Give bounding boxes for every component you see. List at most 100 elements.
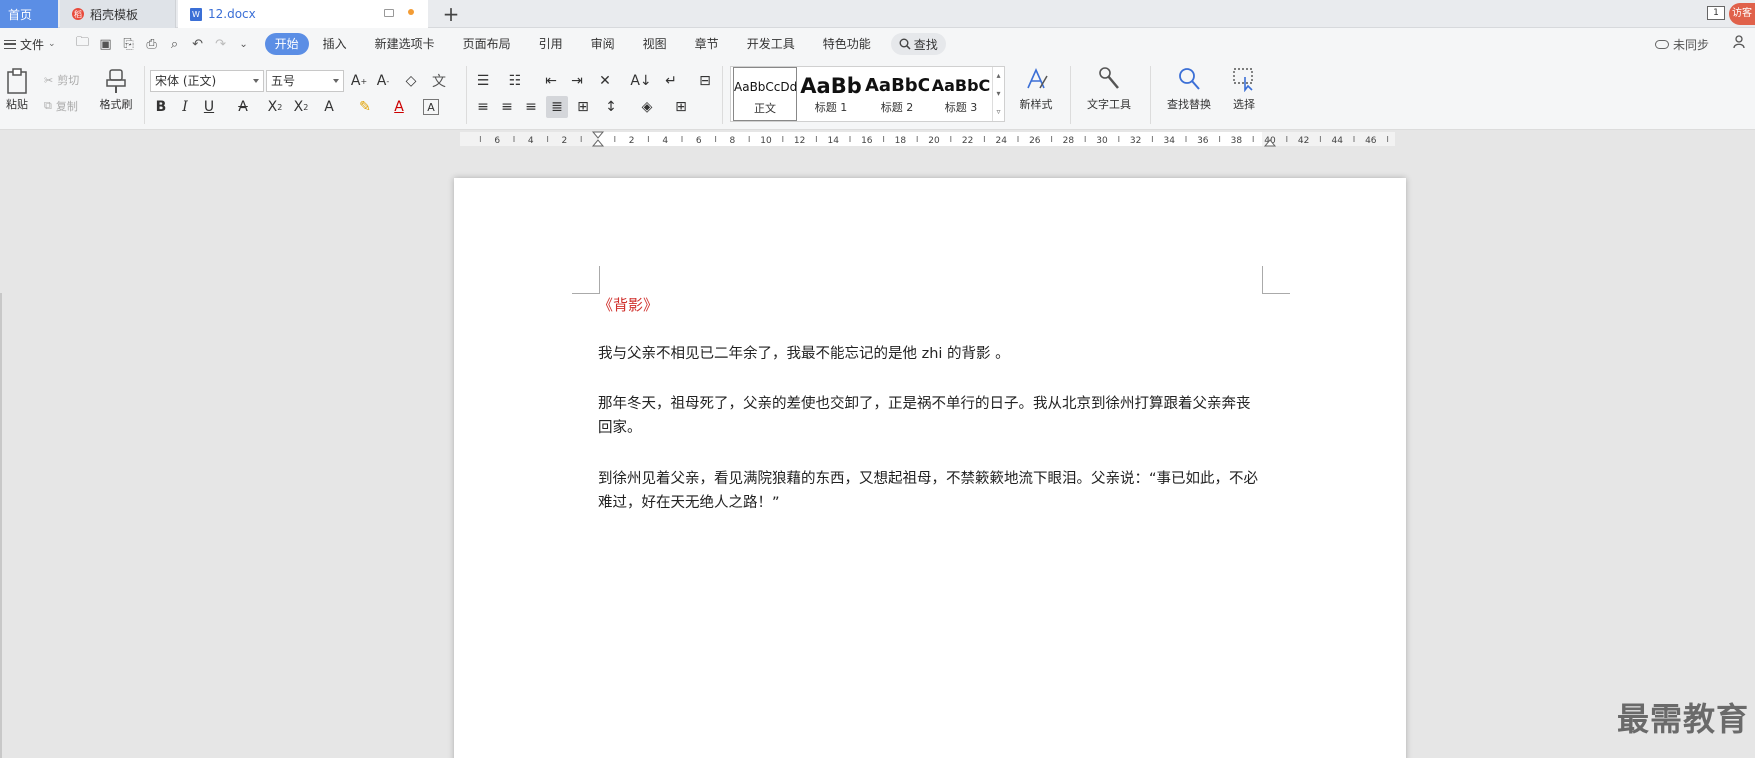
paragraph-1[interactable]: 我与父亲不相见已二年余了，我最不能忘记的是他 zhi 的背影 。: [598, 342, 1264, 366]
text-tools-button[interactable]: 文字工具: [1078, 66, 1140, 112]
format-painter-button[interactable]: 格式刷: [96, 68, 136, 112]
tab-template[interactable]: 稻 稻壳模板: [60, 0, 176, 28]
tab-new-tab[interactable]: 新建选项卡: [361, 33, 449, 55]
tab-stops-icon[interactable]: ⊟: [694, 70, 716, 92]
select-button[interactable]: 选择: [1224, 66, 1264, 112]
superscript-icon[interactable]: X2: [264, 96, 286, 118]
search-button[interactable]: 查找: [890, 33, 946, 55]
file-menu[interactable]: 文件 ⌄: [4, 36, 56, 53]
underline-icon[interactable]: U: [198, 96, 220, 118]
redo-icon[interactable]: ↷: [214, 37, 228, 52]
char-border-icon[interactable]: A: [423, 99, 439, 115]
document-title[interactable]: 《背影》: [598, 294, 658, 315]
font-color-icon[interactable]: A: [388, 96, 410, 118]
document-page[interactable]: 《背影》 我与父亲不相见已二年余了，我最不能忘记的是他 zhi 的背影 。 那年…: [454, 178, 1406, 758]
tab-section[interactable]: 章节: [681, 33, 733, 55]
tab-insert[interactable]: 插入: [309, 33, 361, 55]
copy-button[interactable]: ⧉ 复制: [44, 98, 78, 114]
share-user-icon[interactable]: [1733, 35, 1747, 49]
grow-font-icon[interactable]: A +: [348, 70, 370, 92]
magnifier-icon: [1179, 68, 1200, 90]
indent-marker-icon[interactable]: [591, 131, 605, 147]
tab-references[interactable]: 引用: [525, 33, 577, 55]
tab-start[interactable]: 开始: [264, 33, 309, 55]
sort-icon[interactable]: A↓: [630, 70, 652, 92]
style-normal[interactable]: AaBbCcDd 正文: [733, 67, 797, 121]
unsaved-dot-icon[interactable]: [408, 9, 414, 15]
styles-gallery: AaBbCcDd 正文 AaBb 标题 1 AaBbC 标题 2 AaBbC 标…: [730, 66, 1005, 122]
show-marks-icon[interactable]: ↵: [660, 70, 682, 92]
italic-icon[interactable]: I: [174, 96, 196, 118]
shading-icon[interactable]: ◈: [636, 96, 658, 118]
chevron-down-icon: ⌄: [48, 39, 56, 49]
screen-icon[interactable]: [384, 9, 394, 17]
word-doc-icon: W: [190, 7, 202, 21]
ruler-label: 6: [494, 136, 500, 146]
decrease-indent-icon[interactable]: ⇤: [540, 70, 562, 92]
pinyin-guide-icon[interactable]: 文: [428, 70, 450, 92]
tab-document-label: 12.docx: [208, 7, 256, 21]
paragraph-2[interactable]: 那年冬天，祖母死了，父亲的差使也交卸了，正是祸不单行的日子。我从北京到徐州打算跟…: [598, 392, 1264, 440]
paste-button[interactable]: 粘贴: [2, 68, 32, 112]
cut-label: 剪切: [57, 74, 80, 87]
increase-indent-icon[interactable]: ⇥: [566, 70, 588, 92]
style-heading1[interactable]: AaBb 标题 1: [799, 67, 863, 121]
borders-icon[interactable]: ⊞: [670, 96, 692, 118]
undo-icon[interactable]: ↶: [191, 37, 205, 52]
align-center-icon[interactable]: ≡: [496, 96, 518, 118]
tab-developer[interactable]: 开发工具: [733, 33, 809, 55]
highlight-icon[interactable]: ✎: [354, 96, 376, 118]
tab-view[interactable]: 视图: [629, 33, 681, 55]
print-preview-icon[interactable]: ⌕: [168, 37, 182, 52]
styles-scroll[interactable]: ▴ ▾ ▿: [992, 67, 1004, 121]
window-count-badge[interactable]: 1: [1707, 6, 1725, 20]
font-size-select[interactable]: 五号: [266, 70, 344, 92]
strikethrough-icon[interactable]: A: [232, 96, 254, 118]
open-folder-icon[interactable]: 🗀: [76, 33, 90, 55]
text-effect-icon[interactable]: A: [318, 96, 340, 118]
justify-icon[interactable]: ≣: [546, 96, 568, 118]
sync-status[interactable]: 未同步: [1654, 36, 1709, 53]
hamburger-icon: [4, 39, 16, 49]
tab-page-layout[interactable]: 页面布局: [449, 33, 525, 55]
bullet-list-icon[interactable]: ☰: [472, 70, 494, 92]
line-spacing-icon[interactable]: ↕: [600, 96, 622, 118]
bold-icon[interactable]: B: [150, 96, 172, 118]
style-heading3[interactable]: AaBbC 标题 3: [929, 67, 993, 121]
tab-document[interactable]: W 12.docx: [178, 0, 428, 28]
numbered-list-icon[interactable]: ☷: [504, 70, 526, 92]
clear-format-icon[interactable]: ◇: [400, 70, 422, 92]
shrink-font-icon[interactable]: A-: [372, 70, 394, 92]
find-replace-button[interactable]: 查找替换: [1158, 66, 1220, 112]
font-family-select[interactable]: 宋体 (正文): [150, 70, 264, 92]
export-icon[interactable]: ⎘: [122, 37, 136, 52]
find-replace-label: 查找替换: [1167, 98, 1211, 111]
distributed-align-icon[interactable]: ⊞: [572, 96, 594, 118]
align-right-icon[interactable]: ≡: [520, 96, 542, 118]
print-icon[interactable]: ⎙: [145, 37, 159, 52]
tab-bar: 首页 稻 稻壳模板 W 12.docx + 1 访客: [0, 0, 1755, 28]
tab-review[interactable]: 审阅: [577, 33, 629, 55]
visitor-button[interactable]: 访客: [1729, 3, 1755, 25]
new-style-button[interactable]: 新样式: [1010, 66, 1062, 112]
ruler-label: 16: [861, 136, 873, 146]
separator: [1150, 66, 1151, 124]
ruler-label: 18: [895, 136, 907, 146]
subscript-icon[interactable]: X2: [290, 96, 312, 118]
paragraph-3[interactable]: 到徐州见着父亲，看见满院狼藉的东西，又想起祖母，不禁簌簌地流下眼泪。父亲说：“事…: [598, 467, 1264, 515]
ruler-label: 6: [696, 136, 702, 146]
chinese-layout-icon[interactable]: ✕: [594, 70, 616, 92]
new-tab-button[interactable]: +: [440, 2, 462, 26]
separator: [466, 66, 467, 124]
customize-icon[interactable]: ⌄: [237, 39, 251, 50]
align-left-icon[interactable]: ≡: [472, 96, 494, 118]
ruler-label: 4: [528, 136, 534, 146]
cut-button[interactable]: ✂ 剪切: [44, 72, 79, 88]
select-label: 选择: [1233, 98, 1255, 111]
save-icon[interactable]: ▣: [99, 37, 113, 52]
ruler-label: 2: [562, 136, 568, 146]
tab-home[interactable]: 首页: [0, 0, 58, 28]
style-heading2[interactable]: AaBbC 标题 2: [865, 67, 929, 121]
tab-features[interactable]: 特色功能: [809, 33, 885, 55]
horizontal-ruler[interactable]: 6422468101214161820222426283032343638404…: [0, 130, 1755, 148]
